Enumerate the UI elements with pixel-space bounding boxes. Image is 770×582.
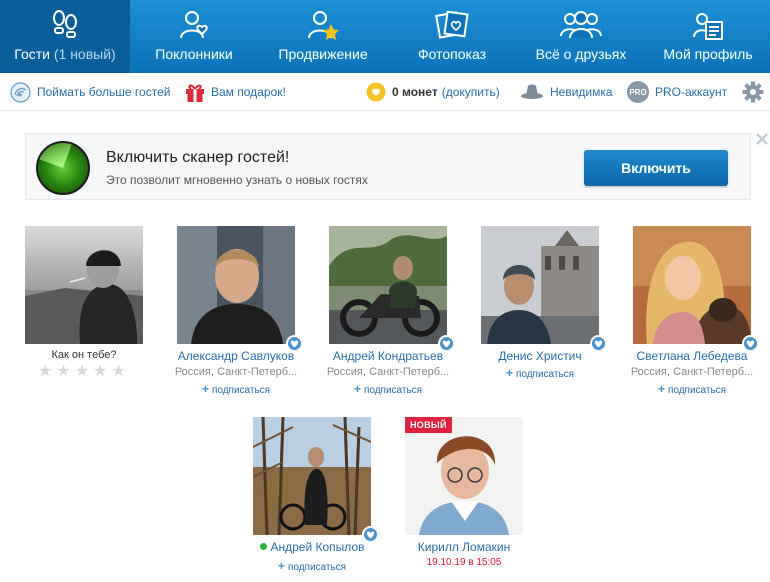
guest-photo[interactable] [253, 417, 371, 535]
plus-icon: + [505, 366, 513, 380]
pro-account-link[interactable]: PRO PRO-аккаунт [627, 73, 727, 111]
top-navigation: Гости (1 новый) Поклонники Продвижение Ф… [0, 0, 770, 73]
guest-photo[interactable] [177, 226, 295, 344]
tab-guests[interactable]: Гости (1 новый) [0, 0, 130, 73]
guest-photo[interactable] [405, 417, 523, 535]
coins-topup-link[interactable]: (докупить) [442, 85, 500, 99]
toolbar: Поймать больше гостей Вам подарок! 0 мон… [0, 73, 770, 111]
guest-name[interactable]: Андрей Копылов [233, 540, 391, 554]
tab-guests-label: Гости (1 новый) [14, 46, 116, 62]
gift-link[interactable]: Вам подарок! [185, 73, 286, 111]
person-heart-icon [180, 11, 208, 39]
tab-about-friends[interactable]: Всё о друзьях [516, 0, 646, 73]
guest-name[interactable]: Андрей Кондратьев [309, 349, 467, 363]
radar-scanner-icon [36, 141, 90, 195]
profile-card-icon [693, 13, 723, 40]
tab-photoshow[interactable]: Фотопоказ [388, 0, 516, 73]
enable-scanner-button[interactable]: Включить [584, 150, 728, 186]
guest-photo[interactable] [329, 226, 447, 344]
radar-icon [10, 81, 31, 103]
guest-photo[interactable] [25, 226, 143, 344]
tab-about-friends-label: Всё о друзьях [535, 46, 627, 62]
guest-name[interactable]: Денис Христич [461, 349, 619, 363]
coins-balance: 0 монет (докупить) [366, 73, 500, 111]
tab-promotion-label: Продвижение [278, 46, 368, 62]
plus-icon: + [353, 382, 361, 396]
online-status-icon [259, 543, 267, 550]
person-star-icon [308, 11, 339, 40]
star-icon[interactable]: ★ [93, 364, 107, 380]
guest-scanner-banner: Включить сканер гостей! Это позволит мгн… [25, 133, 751, 200]
plus-icon: + [277, 559, 285, 573]
tab-my-profile[interactable]: Мой профиль [646, 0, 770, 73]
guest-location: Россия, Санкт-Петерб... [326, 366, 450, 378]
guest-name[interactable]: Александр Савлуков [157, 349, 315, 363]
pro-badge-icon: PRO [627, 81, 649, 103]
invisible-mode-link[interactable]: Невидимка [520, 73, 613, 111]
banner-subtitle: Это позволит мгновенно узнать о новых го… [106, 173, 368, 187]
close-icon[interactable] [755, 132, 769, 146]
subscribe-link[interactable]: + подписаться [253, 559, 371, 573]
photos-heart-icon [435, 10, 469, 39]
subscribe-link[interactable]: + подписаться [481, 366, 599, 380]
visit-datetime: 19.10.19 в 15:05 [426, 557, 502, 568]
gift-icon [186, 84, 204, 102]
star-icon[interactable]: ★ [111, 364, 125, 380]
subscribe-link[interactable]: + подписаться [329, 382, 447, 396]
subscribe-link[interactable]: + подписаться [633, 382, 751, 396]
catch-more-guests-link[interactable]: Поймать больше гостей [10, 73, 170, 111]
tab-photoshow-label: Фотопоказ [417, 46, 486, 62]
coin-icon [366, 82, 386, 102]
banner-title: Включить сканер гостей! [106, 149, 290, 166]
guest-location: Россия, Санкт-Петерб... [174, 366, 298, 378]
hat-icon [521, 84, 543, 99]
gear-icon [742, 81, 764, 103]
guest-photo[interactable] [633, 226, 751, 344]
guest-photo[interactable] [481, 226, 599, 344]
star-icon[interactable]: ★ [56, 364, 70, 380]
friends-group-icon [560, 11, 602, 39]
rating-stars: ★ ★ ★ ★ ★ [38, 364, 126, 380]
star-icon[interactable]: ★ [38, 364, 52, 380]
guest-name[interactable]: Светлана Лебедева [613, 349, 770, 363]
footprints-icon [53, 10, 77, 38]
rating-question: Как он тебе? [51, 349, 117, 361]
plus-icon: + [201, 382, 209, 396]
tab-my-profile-label: Мой профиль [663, 46, 753, 62]
guest-name[interactable]: Кирилл Ломакин [385, 540, 543, 554]
tab-fans[interactable]: Поклонники [130, 0, 258, 73]
tab-promotion[interactable]: Продвижение [258, 0, 388, 73]
guest-location: Россия, Санкт-Петерб... [630, 366, 754, 378]
new-badge: НОВЫЙ [405, 417, 452, 433]
subscribe-link[interactable]: + подписаться [177, 382, 295, 396]
tab-fans-label: Поклонники [155, 46, 233, 62]
star-icon[interactable]: ★ [75, 364, 89, 380]
plus-icon: + [657, 382, 665, 396]
settings-button[interactable] [742, 73, 764, 111]
